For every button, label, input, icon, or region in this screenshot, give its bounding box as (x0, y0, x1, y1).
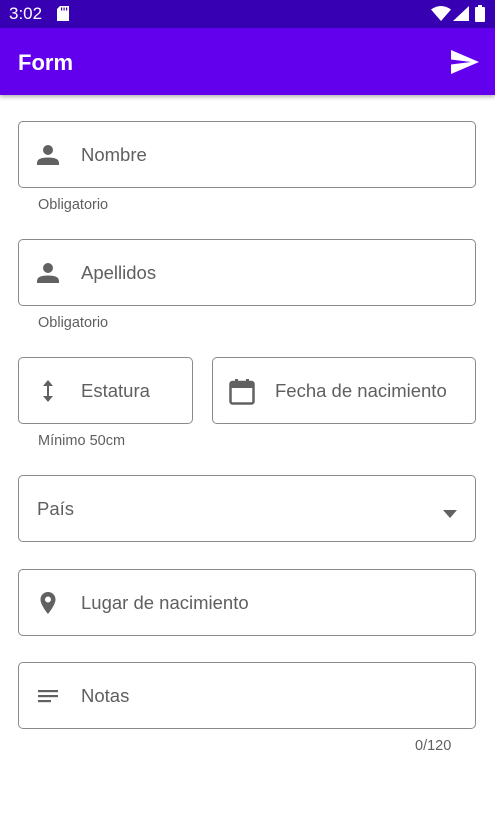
location-pin-icon (36, 591, 60, 615)
pais-label: País (37, 498, 75, 519)
wifi-icon (431, 6, 451, 26)
notas-counter: 0/120 (415, 738, 452, 754)
apellidos-helper: Obligatorio (38, 315, 109, 331)
person-icon (36, 261, 60, 285)
nombre-field[interactable]: Nombre (18, 121, 476, 188)
nombre-helper: Obligatorio (38, 197, 109, 213)
notes-icon (36, 684, 60, 708)
notas-field[interactable]: Notas (18, 662, 476, 729)
calendar-icon (229, 379, 255, 405)
estatura-field[interactable]: Estatura (18, 357, 193, 424)
apellidos-label: Apellidos (81, 262, 157, 283)
notas-label: Notas (81, 685, 130, 706)
signal-icon (453, 6, 469, 26)
pais-dropdown[interactable]: País (18, 475, 476, 542)
person-icon (36, 143, 60, 167)
app-bar: Form (0, 28, 495, 95)
apellidos-field[interactable]: Apellidos (18, 239, 476, 306)
estatura-helper: Mínimo 50cm (38, 433, 126, 449)
nombre-label: Nombre (81, 144, 147, 165)
send-button[interactable] (448, 46, 482, 78)
fecha-nacimiento-label: Fecha de nacimiento (275, 380, 447, 401)
estatura-label: Estatura (81, 380, 150, 401)
sd-card-icon (57, 6, 69, 26)
lugar-nacimiento-label: Lugar de nacimiento (81, 592, 249, 613)
status-bar: 3:02 (0, 0, 495, 28)
battery-icon (475, 5, 485, 27)
height-arrows-icon (36, 379, 60, 403)
app-bar-title: Form (18, 50, 73, 75)
lugar-nacimiento-field[interactable]: Lugar de nacimiento (18, 569, 476, 636)
dropdown-arrow-icon (443, 505, 457, 518)
send-icon (451, 50, 479, 74)
fecha-nacimiento-field[interactable]: Fecha de nacimiento (212, 357, 476, 424)
status-time: 3:02 (9, 4, 43, 23)
